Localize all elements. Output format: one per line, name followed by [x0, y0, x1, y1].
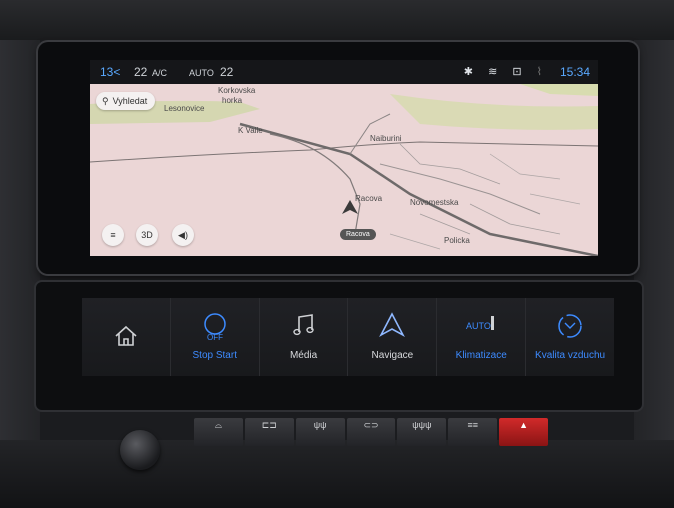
dashboard-right [634, 40, 674, 508]
search-button[interactable]: ⚲ Vyhledat [96, 92, 156, 110]
hazard-button[interactable]: ▲ [499, 418, 549, 446]
stop-start-label: Stop Start [192, 350, 237, 361]
left-temperature[interactable]: 13< [100, 65, 120, 79]
menu-button[interactable]: ≡ [102, 224, 124, 246]
climate-tile[interactable]: AUTO Klimatizace [437, 298, 527, 376]
music-note-icon [292, 314, 314, 336]
stop-start-tile[interactable]: OFF Stop Start [170, 298, 260, 376]
navigation-label: Navigace [371, 350, 414, 361]
map-label: horka [222, 96, 243, 105]
navigation-arrow-icon [379, 312, 406, 337]
home-tile[interactable] [82, 298, 171, 376]
search-label: Vyhledat [112, 96, 148, 106]
shortcut-tiles: OFF Stop Start Média Navigace AUTO Klima… [82, 298, 614, 376]
navigation-tile[interactable]: Navigace [348, 298, 438, 376]
seat-heat-button[interactable]: ≡≡ [448, 418, 498, 446]
media-label: Média [289, 350, 318, 361]
windscreen-heat-button[interactable]: ψψ [295, 418, 345, 446]
map-label: Naiburini [370, 134, 402, 143]
dashboard-left [0, 40, 40, 508]
bluetooth-icon: ✱ [463, 66, 479, 78]
fan-level[interactable]: 22 [134, 65, 147, 79]
view-3d-button[interactable]: 3D [136, 224, 158, 246]
home-icon [115, 325, 137, 346]
air-quality-tile[interactable]: Kvalita vzduchu [526, 298, 614, 376]
search-icon: ⚲ [102, 95, 109, 106]
front-defrost-button[interactable]: ⌓ [194, 418, 243, 446]
navigation-map[interactable]: Korkovska horka Lesonovice K Valle Naibu… [90, 84, 598, 256]
media-tile[interactable]: Média [259, 298, 349, 376]
max-defrost-button[interactable]: ⊏⊐ [244, 418, 294, 446]
map-label: Racova [355, 194, 383, 203]
physical-button-row: ⌓ ⊏⊐ ψψ ⊂⊃ ψψψ ≡≡ ▲ [194, 418, 549, 446]
rear-defrost-button[interactable]: ψψψ [397, 418, 447, 446]
current-street: Racova [340, 229, 376, 240]
wifi-icon: ≋ [488, 66, 504, 78]
air-quality-label: Kvalita vzduchu [535, 350, 606, 361]
clock: 15:34 [559, 65, 590, 79]
right-temperature[interactable]: 22 [220, 65, 233, 79]
climate-label: Klimatizace [455, 350, 507, 361]
dashboard-bottom [0, 440, 674, 508]
map-label: Novomestska [410, 198, 459, 207]
svg-text:AUTO: AUTO [466, 321, 491, 331]
map-label: Korkovska [218, 86, 256, 95]
signal-icon: ⌇ [536, 66, 548, 78]
stop-start-off-icon: OFF [203, 313, 226, 342]
dashboard-top [0, 0, 674, 40]
status-bar: 13< 22 A/C AUTO 22 ✱ ≋ ⊡ ⌇ 15:34 [90, 60, 598, 84]
sound-button[interactable]: ◀) [172, 224, 194, 246]
svg-text:OFF: OFF [207, 333, 223, 342]
auto-indicator[interactable]: AUTO [189, 68, 214, 78]
climate-auto-icon: AUTO [466, 316, 495, 331]
map-label: K Valle [238, 126, 263, 135]
map-label: Lesonovice [164, 104, 205, 113]
air-quality-icon [558, 314, 582, 338]
infotainment-screen: 13< 22 A/C AUTO 22 ✱ ≋ ⊡ ⌇ 15:34 Korkovs… [90, 60, 598, 256]
car-icon: ⊡ [512, 66, 528, 78]
map-label: Policka [444, 236, 470, 245]
recirculation-button[interactable]: ⊂⊃ [346, 418, 396, 446]
ac-indicator[interactable]: A/C [152, 68, 167, 78]
status-icons: ✱ ≋ ⊡ ⌇ [464, 65, 548, 78]
volume-knob[interactable] [120, 430, 160, 470]
